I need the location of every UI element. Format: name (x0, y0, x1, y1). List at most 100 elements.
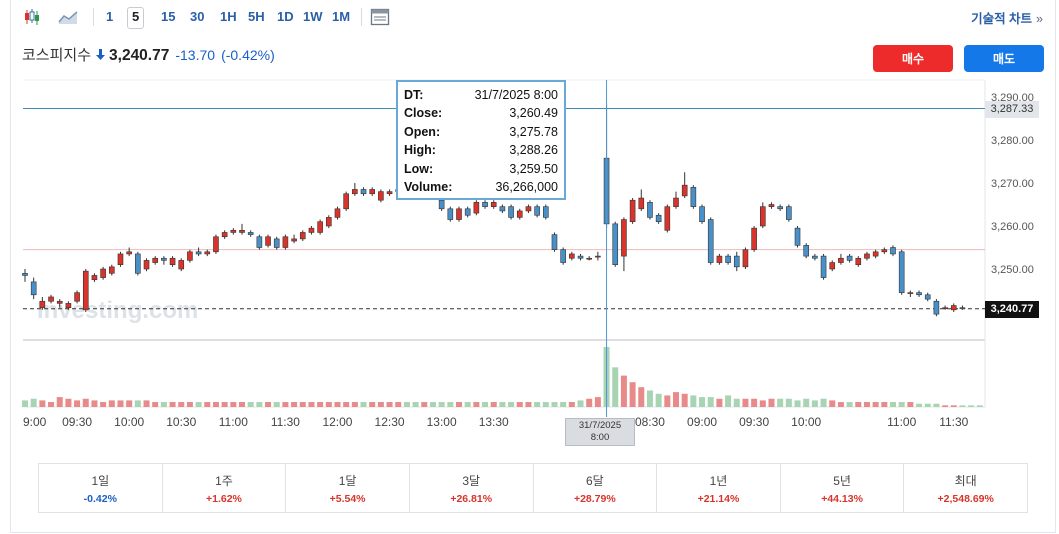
volume-bar (551, 402, 558, 407)
candle-body (82, 270, 89, 311)
tooltip-value: 36,266,000 (495, 179, 558, 194)
y-axis: 3,250.003,260.003,270.003,280.003,290.00 (991, 92, 1034, 276)
performance-cell[interactable]: 6달 +28.79% (534, 464, 658, 512)
x-tick-label: 10:00 (791, 415, 821, 429)
x-axis: 9:00 09:30 10:00 10:30 11:00 11:30 12:00 12:30 1… (23, 415, 969, 429)
performance-cell[interactable]: 3달 +26.81% (410, 464, 534, 512)
performance-period: 1달 (338, 473, 357, 488)
candle-body (30, 281, 37, 296)
performance-cell[interactable]: 1일 -0.42% (39, 464, 163, 512)
volume-bar (924, 403, 931, 407)
candle-body (786, 206, 792, 220)
tooltip-value: 3,275.78 (509, 124, 558, 139)
candle-body (152, 257, 158, 263)
volume-bar (169, 402, 176, 407)
candle-body (864, 253, 870, 259)
volume-bar (186, 402, 193, 407)
volume-bar (291, 402, 298, 407)
volume-bar (299, 402, 306, 407)
volume-bar (447, 402, 454, 407)
tooltip-key: Open: (404, 124, 441, 139)
candle-body (325, 217, 332, 227)
volume-bar (794, 400, 801, 407)
candle-body (22, 272, 28, 276)
volume-bar (898, 402, 905, 407)
tooltip-key: Low: (404, 161, 434, 176)
candle-body (273, 238, 280, 248)
price-chart[interactable]: Investing.com 3,250.003,260.003,270.003,… (11, 0, 1057, 460)
performance-value: +2,548.69% (937, 492, 994, 505)
candle-body (803, 245, 810, 257)
candle-body (673, 197, 679, 207)
volume-bar (681, 393, 688, 407)
volume-bar (725, 395, 732, 407)
volume-bar (499, 402, 506, 407)
candle-body (39, 300, 46, 308)
candle-body (74, 292, 80, 302)
volume-bar (716, 398, 723, 407)
volume-bar (421, 402, 428, 407)
performance-period: 5년 (833, 473, 851, 488)
x-tick-label: 11:00 (219, 415, 248, 429)
tooltip-row: Low: 3,259.50 (404, 160, 558, 178)
volume-bar (846, 402, 853, 407)
candle-body (820, 255, 827, 278)
candle-body (456, 208, 462, 220)
performance-cell[interactable]: 5년 +44.13% (781, 464, 905, 512)
x-tick-label: 13:00 (427, 415, 457, 429)
volume-bar (855, 402, 862, 407)
volume-bar (100, 402, 107, 407)
x-tick-label: 09:30 (739, 415, 769, 429)
candle-body (343, 193, 349, 210)
chart-widget: 1 5 15 30 1H 5H 1D 1W 1M 기술적 차트» 코스피지수 3,240.77 … (10, 0, 1056, 533)
candle-body (161, 257, 167, 261)
candle-body (638, 197, 645, 210)
candle-body (213, 236, 219, 253)
volume-bar (768, 398, 775, 407)
volume-bar (959, 405, 966, 407)
performance-cell[interactable]: 1주 +1.62% (163, 464, 287, 512)
last-price-tag: 3,240.77 (985, 301, 1039, 318)
volume-bar (65, 398, 72, 407)
volume-bar (881, 402, 888, 407)
candle-body (621, 219, 627, 257)
x-tick-label: 11:30 (939, 415, 968, 429)
candle-body (508, 206, 514, 218)
volume-bar (560, 402, 567, 407)
candle-body (569, 253, 575, 259)
performance-period: 6달 (585, 473, 604, 488)
performance-cell[interactable]: 1달 +5.54% (286, 464, 410, 512)
volume-bar (542, 402, 549, 407)
y-tick-label: 3,270.00 (991, 178, 1034, 190)
tooltip-row: DT: 31/7/2025 8:00 (404, 86, 558, 104)
candle-body (256, 236, 263, 248)
volume-bar (664, 395, 671, 407)
volume-bar (56, 397, 63, 407)
candle-body (247, 232, 254, 235)
volume-bar (699, 397, 706, 407)
volume-bar (360, 402, 367, 407)
candle-body (265, 236, 271, 246)
candle-body (699, 206, 705, 222)
candle-body (542, 206, 549, 218)
ohlc-tooltip: DT: 31/7/2025 8:00 Close: 3,260.49 Open: 3,27… (396, 80, 566, 200)
candle-body (777, 206, 783, 210)
tooltip-row: Open: 3,275.78 (404, 123, 558, 141)
candle-body (959, 307, 966, 310)
volume-bar (48, 402, 55, 407)
candle-body (846, 255, 853, 261)
volume-bar (308, 402, 315, 407)
volume-bar (837, 402, 844, 407)
x-tick-label: 12:00 (322, 415, 352, 429)
performance-value: +5.54% (329, 492, 366, 505)
volume-bar (916, 403, 923, 407)
volume-bar (872, 402, 879, 407)
performance-period: 1년 (709, 473, 728, 488)
crosshair-date: 31/7/2025 (578, 420, 622, 431)
performance-cell[interactable]: 최대 +2,548.69% (904, 464, 1027, 512)
volume-bar (516, 402, 523, 407)
candle-body (916, 292, 922, 296)
candle-body (482, 202, 488, 207)
volume-bar (759, 400, 766, 407)
performance-cell[interactable]: 1년 +21.14% (657, 464, 781, 512)
